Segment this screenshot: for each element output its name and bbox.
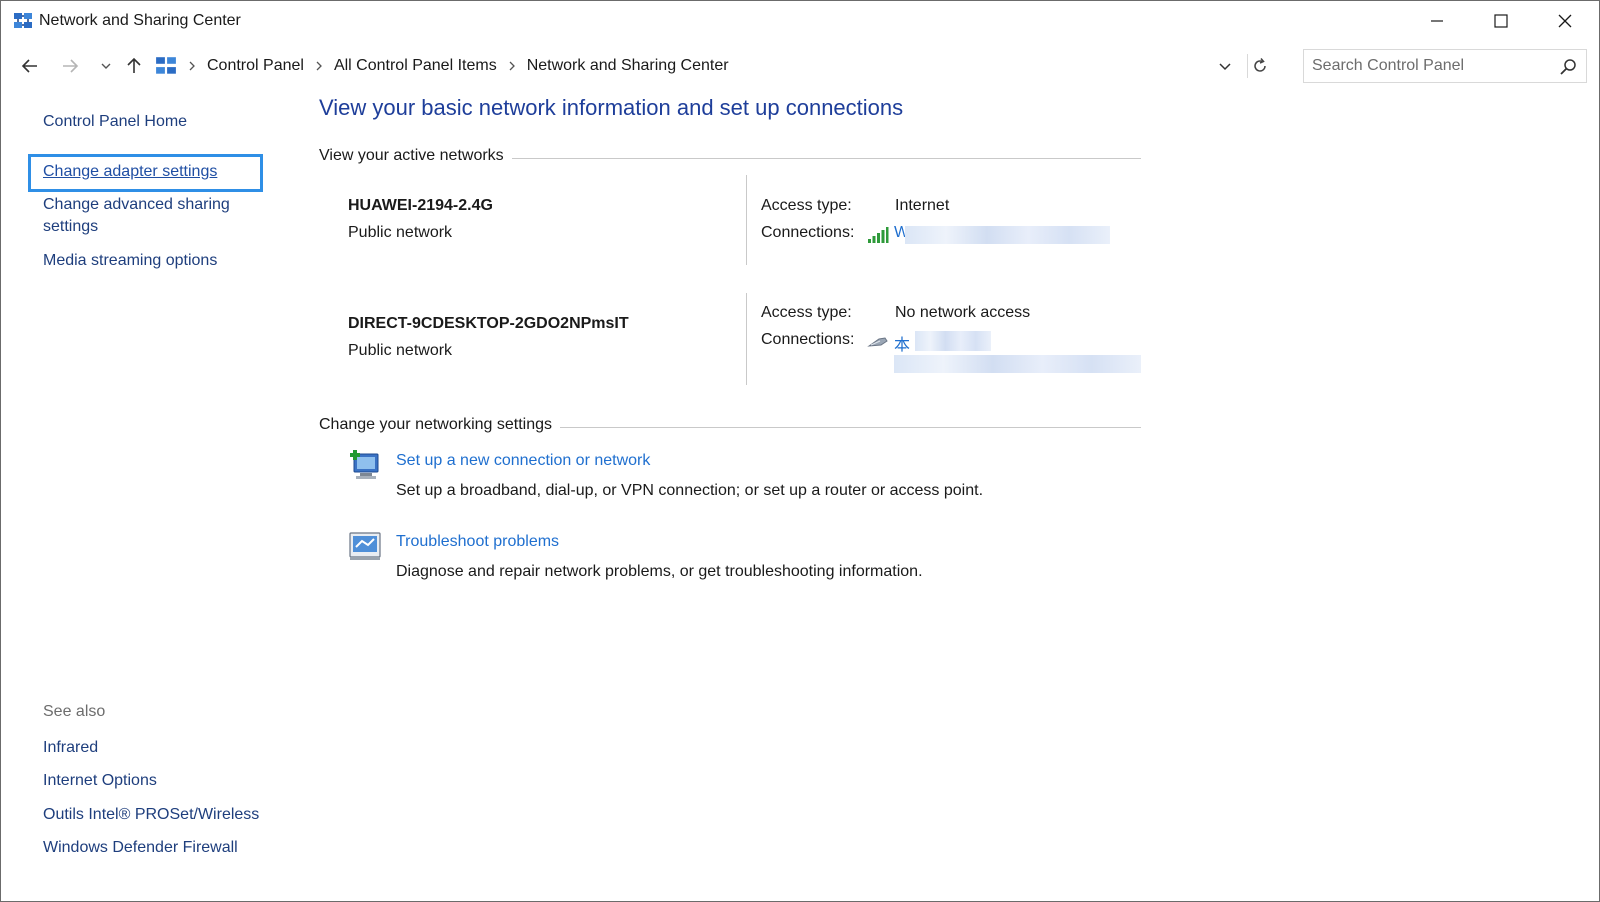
breadcrumb-control-panel[interactable]: Control Panel bbox=[207, 57, 304, 75]
search-icon[interactable] bbox=[1558, 57, 1578, 77]
breadcrumb-separator[interactable] bbox=[314, 61, 324, 71]
forward-button[interactable] bbox=[57, 53, 83, 79]
redacted-text bbox=[905, 226, 1110, 244]
arrow-up-icon bbox=[127, 57, 141, 73]
maximize-button[interactable] bbox=[1469, 1, 1533, 41]
setup-connection-link[interactable]: Set up a new connection or network bbox=[396, 452, 650, 470]
network-divider bbox=[746, 293, 747, 385]
refresh-button[interactable] bbox=[1247, 54, 1271, 78]
left-pane: Control Panel Home Change adapter settin… bbox=[1, 97, 301, 897]
network-name: HUAWEI-2194-2.4G bbox=[348, 197, 493, 214]
minimize-button[interactable] bbox=[1405, 1, 1469, 41]
arrow-left-icon bbox=[21, 59, 37, 73]
wifi-signal-icon bbox=[868, 227, 889, 243]
see-also-internet-options-link[interactable]: Internet Options bbox=[43, 770, 157, 792]
ethernet-connection-link[interactable]: 本 bbox=[894, 331, 910, 355]
chevron-right-icon bbox=[509, 61, 515, 71]
chevron-down-icon bbox=[101, 63, 111, 69]
refresh-icon bbox=[1253, 58, 1266, 72]
active-networks-heading: View your active networks bbox=[319, 147, 512, 165]
redacted-text bbox=[915, 331, 991, 351]
see-also-defender-firewall-link[interactable]: Windows Defender Firewall bbox=[43, 837, 238, 859]
recent-locations-button[interactable] bbox=[93, 53, 119, 79]
troubleshoot-icon bbox=[349, 532, 381, 560]
minimize-icon bbox=[1431, 20, 1443, 22]
redacted-text bbox=[894, 355, 1141, 373]
access-type-value: No network access bbox=[895, 304, 1031, 321]
access-type-value: Internet bbox=[895, 197, 950, 214]
connections-label: Connections: bbox=[761, 224, 855, 241]
address-dropdown-icon[interactable] bbox=[1215, 56, 1235, 76]
network-center-icon bbox=[14, 13, 32, 28]
control-panel-home-link[interactable]: Control Panel Home bbox=[43, 111, 187, 133]
close-icon bbox=[1558, 14, 1572, 28]
setup-connection-description: Set up a broadband, dial-up, or VPN conn… bbox=[396, 482, 984, 499]
title-bar: Network and Sharing Center bbox=[1, 1, 1599, 43]
troubleshoot-problems-link[interactable]: Troubleshoot problems bbox=[396, 533, 559, 551]
media-streaming-options-link[interactable]: Media streaming options bbox=[43, 250, 217, 272]
ethernet-cable-icon bbox=[867, 337, 888, 347]
address-bar[interactable]: Control Panel All Control Panel Items Ne… bbox=[149, 49, 1273, 83]
chevron-right-icon bbox=[189, 61, 195, 71]
network-name: DIRECT-9CDESKTOP-2GDO2NPmsIT bbox=[348, 315, 629, 332]
new-connection-icon bbox=[350, 450, 379, 479]
search-box[interactable] bbox=[1303, 49, 1587, 83]
connections-label: Connections: bbox=[761, 331, 855, 348]
breadcrumb-separator[interactable] bbox=[507, 61, 517, 71]
window-title: Network and Sharing Center bbox=[39, 12, 241, 29]
access-type-label: Access type: bbox=[761, 304, 852, 321]
change-advanced-sharing-link[interactable]: Change advanced sharing settings bbox=[43, 194, 253, 238]
navigation-bar: Control Panel All Control Panel Items Ne… bbox=[1, 47, 1599, 85]
change-adapter-settings-link[interactable]: Change adapter settings bbox=[43, 161, 217, 183]
see-also-intel-proset-link[interactable]: Outils Intel® PROSet/Wireless bbox=[43, 804, 259, 826]
network-divider bbox=[746, 175, 747, 265]
arrow-right-icon bbox=[63, 59, 79, 73]
back-button[interactable] bbox=[17, 53, 43, 79]
see-also-heading: See also bbox=[43, 703, 106, 720]
chevron-right-icon bbox=[316, 61, 322, 71]
control-panel-icon bbox=[156, 57, 176, 74]
breadcrumb-separator[interactable] bbox=[187, 61, 197, 71]
see-also-infrared-link[interactable]: Infrared bbox=[43, 737, 98, 759]
close-button[interactable] bbox=[1533, 1, 1597, 41]
maximize-icon bbox=[1494, 14, 1508, 28]
troubleshoot-description: Diagnose and repair network problems, or… bbox=[396, 563, 923, 580]
networking-settings-heading: Change your networking settings bbox=[319, 416, 561, 434]
search-input[interactable] bbox=[1304, 57, 1544, 75]
breadcrumb-network-center[interactable]: Network and Sharing Center bbox=[527, 57, 729, 75]
page-title: View your basic network information and … bbox=[319, 95, 904, 120]
up-button[interactable] bbox=[121, 53, 147, 79]
network-category-link: Public network bbox=[348, 224, 453, 241]
network-category-link: Public network bbox=[348, 342, 453, 359]
window: Network and Sharing Center Control Panel… bbox=[0, 0, 1600, 902]
breadcrumb-all-items[interactable]: All Control Panel Items bbox=[334, 57, 497, 75]
access-type-label: Access type: bbox=[761, 197, 852, 214]
